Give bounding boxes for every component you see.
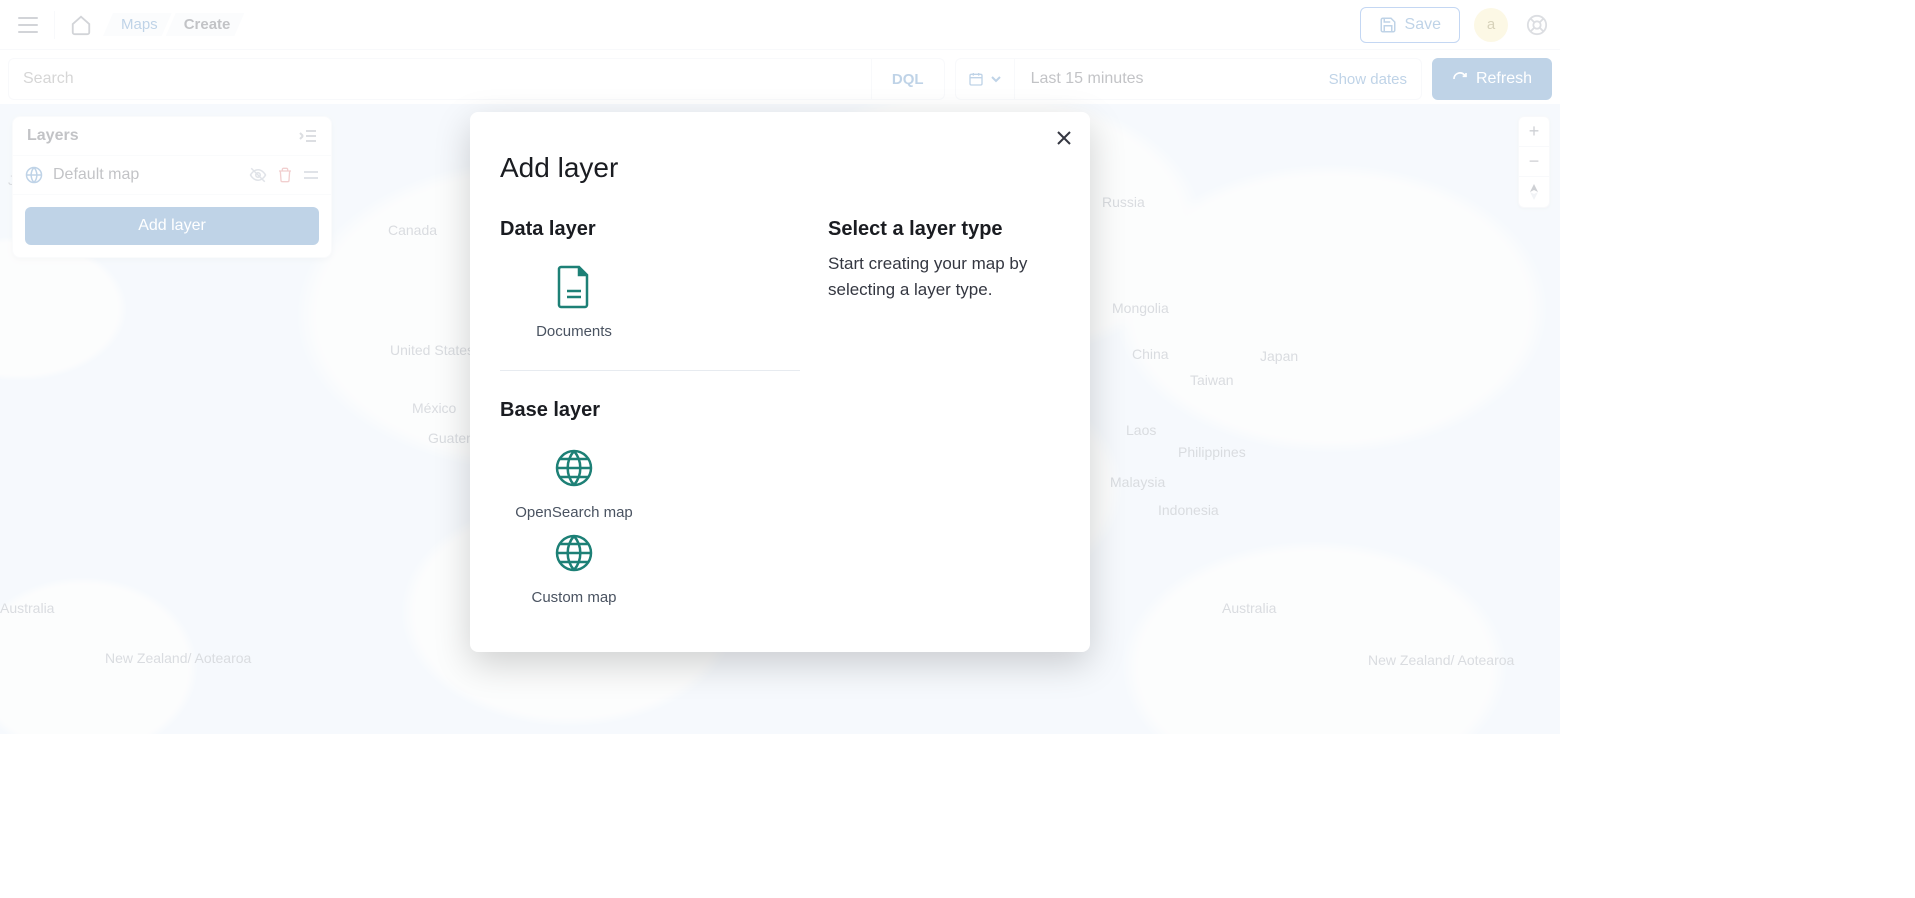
layers-panel: Layers Default map A (12, 116, 332, 258)
map-label: Canada (388, 222, 437, 238)
dql-button[interactable]: DQL (871, 59, 944, 99)
layer-type-custom-map[interactable]: Custom map (500, 527, 648, 606)
zoom-in-button[interactable]: + (1519, 117, 1549, 147)
divider (54, 11, 55, 39)
document-icon (555, 265, 593, 309)
compass-button[interactable] (1519, 177, 1549, 207)
refresh-button[interactable]: Refresh (1432, 58, 1552, 100)
home-button[interactable] (61, 5, 101, 45)
layer-type-documents[interactable]: Documents (500, 261, 648, 340)
layers-title: Layers (27, 127, 79, 145)
map-label: Laos (1126, 422, 1156, 438)
base-layer-heading: Base layer (500, 399, 800, 422)
save-button[interactable]: Save (1360, 7, 1460, 43)
chevron-down-icon (990, 73, 1002, 85)
map-controls: + − (1518, 116, 1550, 208)
avatar-letter: a (1487, 16, 1495, 33)
help-button[interactable] (1522, 5, 1552, 45)
topbar: Maps Create Save a (0, 0, 1560, 50)
close-icon (1056, 130, 1072, 146)
globe-icon (25, 166, 43, 184)
save-icon (1379, 16, 1397, 34)
map-label: New Zealand/ Aotearoa (1368, 652, 1478, 668)
layer-type-label: Custom map (500, 589, 648, 606)
compass-icon (1527, 184, 1541, 200)
zoom-out-button[interactable]: − (1519, 147, 1549, 177)
show-dates-link[interactable]: Show dates (1315, 71, 1421, 88)
home-icon (70, 14, 92, 36)
layer-item[interactable]: Default map (13, 156, 331, 195)
quick-select-button[interactable] (956, 59, 1015, 99)
delete-layer-icon[interactable] (277, 166, 293, 184)
modal-title: Add layer (500, 152, 1060, 184)
map-label: Taiwan (1190, 372, 1234, 388)
map-label: México (412, 400, 456, 416)
select-layer-heading: Select a layer type (828, 218, 1060, 241)
collapse-icon[interactable] (299, 129, 317, 143)
refresh-label: Refresh (1476, 70, 1532, 88)
drag-handle-icon[interactable] (303, 169, 319, 181)
save-label: Save (1405, 16, 1441, 34)
data-layer-heading: Data layer (500, 218, 800, 241)
menu-button[interactable] (8, 5, 48, 45)
map-label: China (1132, 346, 1169, 362)
map-label: Mongolia (1112, 300, 1169, 316)
divider (500, 370, 800, 371)
filter-bar: DQL Last 15 minutes Show dates Refresh (0, 50, 1560, 108)
breadcrumb-create: Create (166, 13, 245, 36)
map-label: Malaysia (1110, 474, 1165, 490)
map-label: Indonesia (1158, 502, 1219, 518)
select-layer-description: Start creating your map by selecting a l… (828, 251, 1060, 304)
map-label: Philippines (1178, 444, 1246, 460)
layer-type-label: OpenSearch map (500, 504, 648, 521)
globe-icon (554, 448, 594, 488)
time-range-label[interactable]: Last 15 minutes (1015, 70, 1315, 88)
breadcrumb: Maps Create (103, 13, 244, 36)
calendar-icon (968, 71, 984, 87)
refresh-icon (1452, 71, 1468, 87)
map-label: Australia (0, 600, 54, 616)
layer-name: Default map (53, 166, 239, 184)
hamburger-icon (18, 17, 38, 33)
map-label: New Zealand/ Aotearoa (105, 650, 215, 666)
hide-layer-icon[interactable] (249, 166, 267, 184)
layer-type-label: Documents (500, 323, 648, 340)
map-label: Australia (1222, 600, 1276, 616)
lifebuoy-icon (1526, 14, 1548, 36)
avatar[interactable]: a (1474, 8, 1508, 42)
globe-icon (554, 533, 594, 573)
close-button[interactable] (1052, 126, 1076, 150)
map-label: Russia (1102, 194, 1145, 210)
search-input[interactable] (9, 70, 871, 88)
layer-type-opensearch-map[interactable]: OpenSearch map (500, 442, 648, 521)
add-layer-modal: Add layer Data layer Documents Base (470, 112, 1090, 652)
add-layer-button[interactable]: Add layer (25, 207, 319, 245)
breadcrumb-maps[interactable]: Maps (103, 13, 172, 36)
map-label: Japan (1260, 348, 1298, 364)
